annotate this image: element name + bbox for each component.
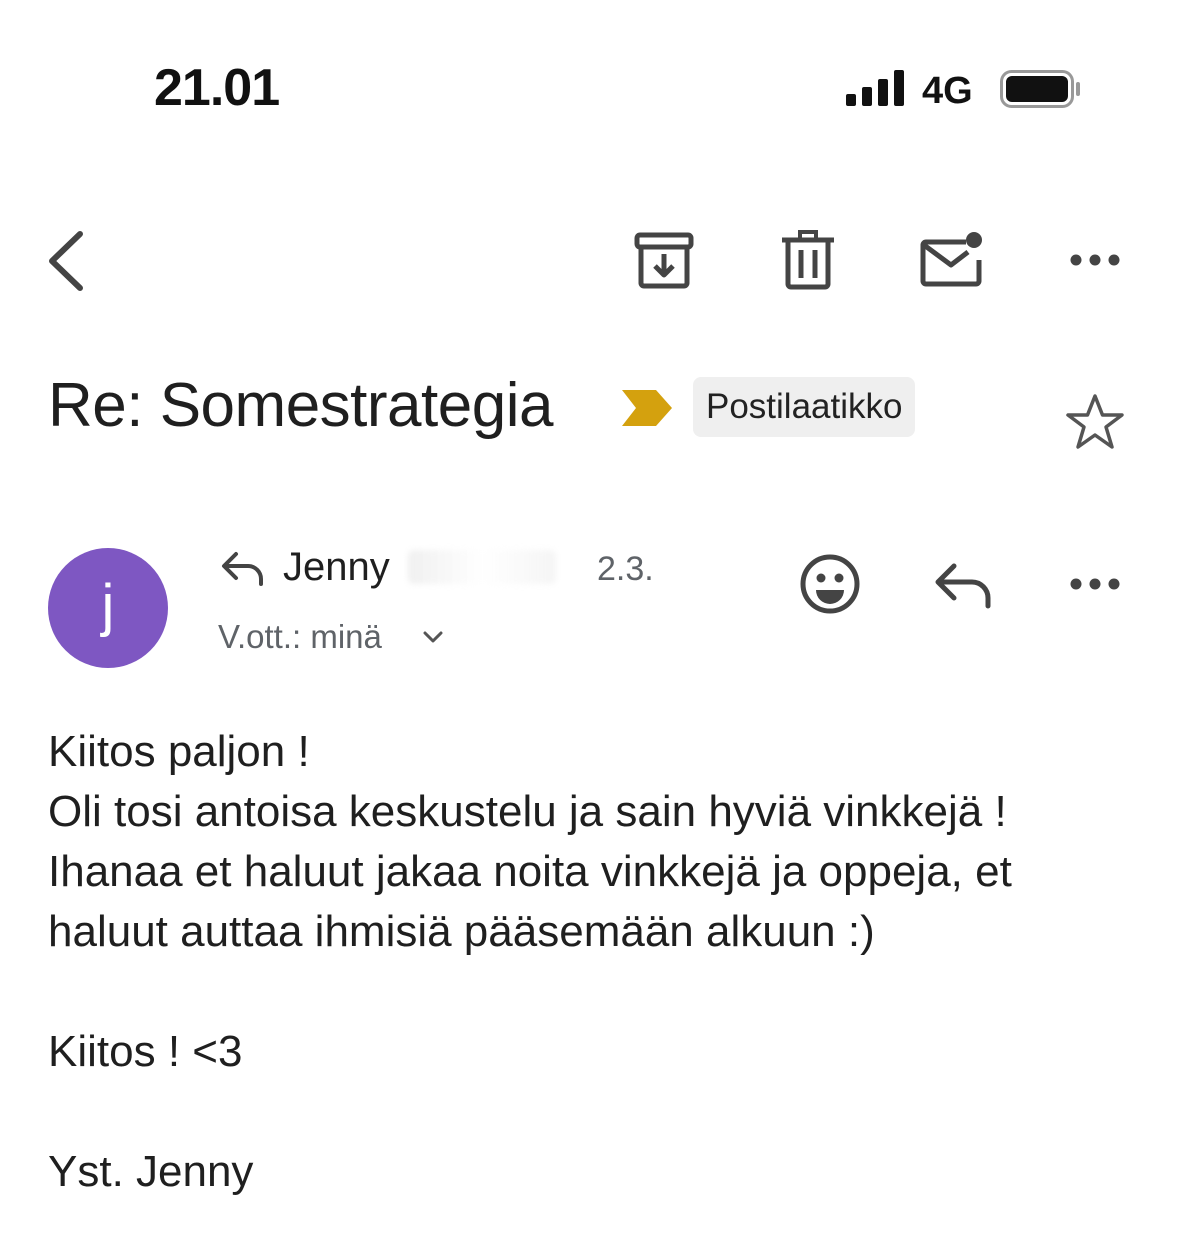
archive-icon[interactable] (632, 228, 696, 292)
email-subject: Re: Somestrategia (48, 371, 553, 440)
star-icon[interactable] (1064, 392, 1126, 454)
chevron-down-icon[interactable] (422, 628, 444, 646)
sender-name[interactable]: Jenny (283, 545, 390, 590)
inbox-label-chip[interactable]: Postilaatikko (693, 377, 916, 437)
status-time: 21.01 (154, 59, 280, 117)
reply-icon[interactable] (932, 552, 996, 616)
body-line: Ihanaa et haluut jakaa noita vinkkejä ja… (48, 847, 1012, 896)
redacted-surname (408, 550, 556, 584)
signature: Yst. Jenny (48, 1147, 254, 1196)
body-line: Kiitos paljon ! (48, 727, 310, 776)
body-line: haluut auttaa ihmisiä pääsemään alkuun :… (48, 907, 875, 956)
body-line: Kiitos ! <3 (48, 1027, 243, 1076)
more-icon[interactable] (1066, 228, 1130, 292)
emoji-reaction-icon[interactable] (798, 552, 862, 616)
replied-icon (222, 552, 263, 586)
mark-unread-icon[interactable] (918, 228, 986, 292)
email-date: 2.3. (597, 550, 654, 588)
battery-icon (1000, 70, 1080, 108)
email-body: Kiitos paljon ! Oli tosi antoisa keskust… (48, 722, 1148, 1202)
more-options-icon[interactable] (1066, 552, 1130, 616)
back-icon[interactable] (40, 228, 96, 294)
signal-strength-icon (846, 70, 906, 106)
trash-icon[interactable] (776, 228, 840, 292)
importance-marker-icon[interactable] (620, 388, 674, 428)
recipient-details[interactable]: V.ott.: minä (218, 618, 382, 656)
avatar[interactable]: j (48, 548, 168, 668)
body-line: Oli tosi antoisa keskustelu ja sain hyvi… (48, 787, 1007, 836)
network-type: 4G (922, 70, 973, 112)
